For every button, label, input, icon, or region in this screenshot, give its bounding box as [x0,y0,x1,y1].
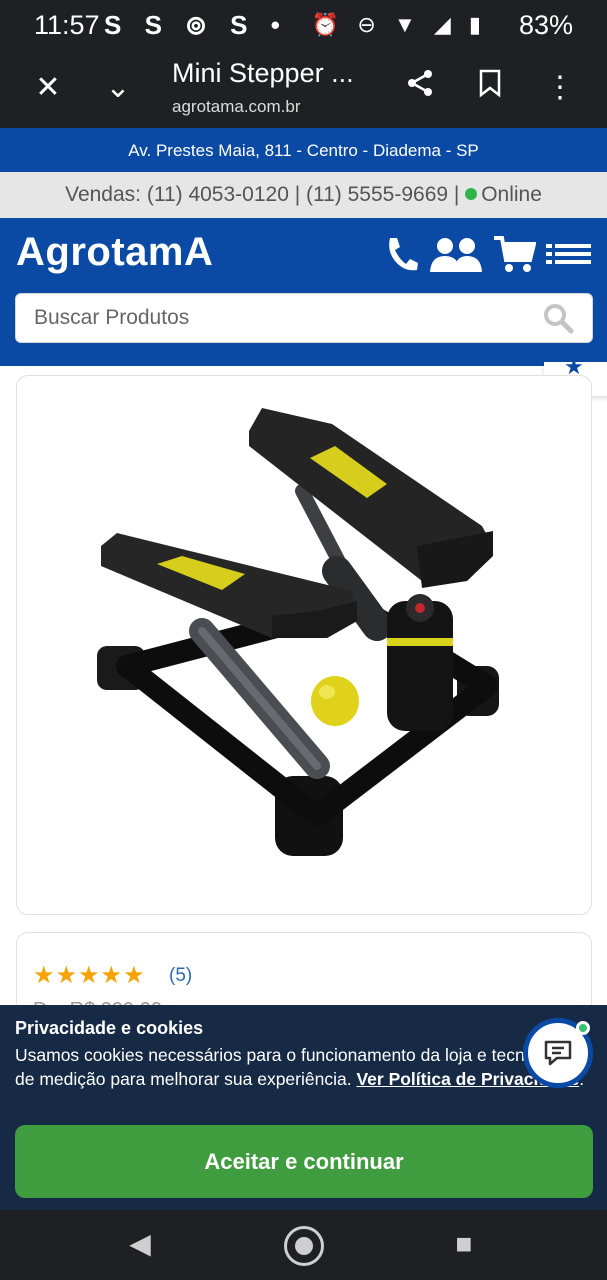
cart-icon[interactable] [492,234,537,282]
sales-phones[interactable]: Vendas: (11) 4053-0120 | (11) 5555-9669 … [65,183,459,206]
menu-icon-graphic [546,244,591,264]
stepper-knob-highlight [319,685,335,699]
bookmark-icon-graphic [479,69,501,98]
rating-stars: ★★★★★ [33,962,146,989]
store-address: Av. Prestes Maia, 811 - Centro - Diadema… [0,128,607,172]
battery-level: 83% [518,10,573,40]
phone-icon-graphic [389,238,418,271]
home-ring [284,1225,324,1266]
page-title: Mini Stepper ... [172,58,354,88]
cookie-banner: Privacidade e cookies Usamos cookies nec… [0,1005,607,1210]
page-url: agrotama.com.br [172,97,301,116]
recent-apps-icon[interactable]: ■ [442,1222,486,1266]
review-count[interactable]: (5) [169,965,192,987]
more-options-icon[interactable]: ⋮ [540,68,580,108]
product-image [97,408,499,856]
site-logo[interactable]: AgrotamA [16,230,213,275]
cart-icon-graphic [494,236,537,272]
search-input[interactable] [34,306,514,330]
chevron-down-icon[interactable]: ⌄ [98,68,138,108]
online-status-dot [465,188,478,200]
share-icon-graphic [408,70,432,96]
bookmark-icon[interactable] [470,68,510,109]
cookie-title: Privacidade e cookies [15,1018,204,1038]
site-header: AgrotamA [0,218,607,366]
home-icon[interactable] [282,1222,326,1266]
menu-icon[interactable] [546,234,592,281]
sales-contact-bar: Vendas: (11) 4053-0120 | (11) 5555-9669 … [0,172,607,218]
account-icon[interactable] [428,234,484,282]
accept-cookies-button[interactable]: Aceitar e continuar [15,1125,593,1198]
status-bar: 11:57 S S ⊚ S • ⏰ ⊖ ▼ ◢ ▮ 83% [0,0,607,50]
browser-toolbar: ✕ ⌄ Mini Stepper ... agrotama.com.br ⋮ [0,50,607,128]
system-nav-bar: ◀ ■ [0,1210,607,1280]
phone-icon[interactable] [384,234,420,282]
stepper-yellow-ring [387,638,453,646]
stepper-knob [311,676,359,726]
online-label: Online [481,183,542,206]
close-icon[interactable]: ✕ [28,68,68,108]
notification-icons: S S ⊚ S • [104,10,288,40]
stepper-display-light [415,603,425,613]
chat-online-indicator [576,1021,590,1035]
chat-button[interactable] [523,1018,593,1088]
users-icon-graphic [430,238,482,272]
search-icon-graphic [544,304,574,334]
back-icon[interactable]: ◀ [118,1222,162,1266]
search-bar [15,293,593,343]
share-icon[interactable] [400,68,440,109]
cookie-text: Usamos cookies necessários para o funcio… [15,1043,590,1091]
system-icons: ⏰ ⊖ ▼ ◢ ▮ [311,12,487,37]
chat-icon [544,1040,572,1066]
clock: 11:57 [34,10,100,40]
product-image-card[interactable] [16,375,592,915]
search-icon[interactable] [542,302,574,341]
